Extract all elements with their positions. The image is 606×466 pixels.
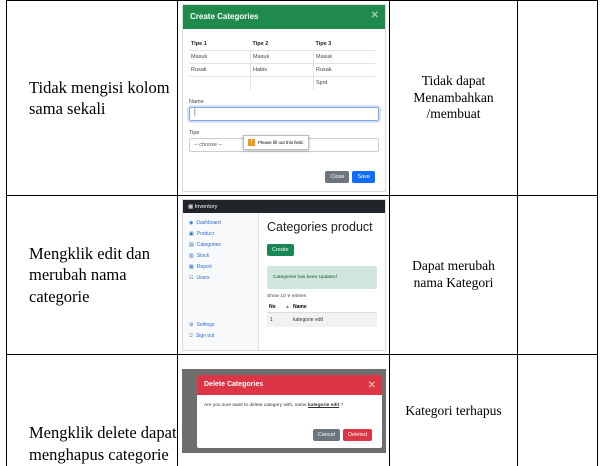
tipe-table: Tipe 1 Tipe 2 Tipe 3 Masuk Masuk Masuk R…: [189, 41, 375, 90]
tipe3-header: Tipe 3: [315, 41, 332, 47]
modal-actions: Close Save: [325, 171, 375, 183]
sidebar-item-categories[interactable]: ▤ Categories: [183, 239, 258, 250]
tipe-cell: Masuk: [312, 50, 375, 64]
entries-select[interactable]: Show 10 ∨ entries: [267, 294, 377, 299]
confirm-text: Are you sure want to delete category wit…: [204, 403, 308, 408]
sign-out-icon: ⎋: [189, 332, 193, 339]
screenshot-cell: Delete Categories ✕ Are you sure want to…: [177, 354, 390, 466]
gear-icon: ⚙: [189, 321, 194, 328]
modal-actions: Cancel Deleted: [312, 429, 372, 441]
sidebar-item-dashboard[interactable]: ◉ Dashboard: [183, 217, 258, 228]
page-title: Categories product: [267, 220, 373, 234]
sidebar-item-label: Users: [196, 274, 210, 281]
tipe-cell: Rusak: [312, 63, 375, 77]
result-cell: Kategori terhapus: [389, 354, 518, 466]
main-content: Categories product Create Categories has…: [259, 213, 385, 350]
name-input[interactable]: |: [189, 106, 379, 121]
sidebar-item-product[interactable]: ▣ Product: [183, 228, 258, 239]
warning-icon: !: [248, 139, 255, 146]
sidebar-item-label: Product: [196, 230, 214, 237]
scenario-cell: Tidak mengisi kolom sama sekali: [6, 0, 178, 196]
cancel-button[interactable]: Cancel: [312, 429, 341, 441]
result-cell: Dapat merubah nama Kategori: [389, 195, 518, 355]
scenario-cell: Mengklik edit dan merubah nama categorie: [6, 195, 178, 355]
empty-cell: [517, 0, 598, 196]
delete-modal-screenshot: Delete Categories ✕ Are you sure want to…: [182, 369, 386, 453]
create-modal-header: Create Categories ✕: [183, 5, 385, 29]
categories-icon: ▤: [189, 241, 194, 248]
table-header: No ▲ Name: [267, 304, 377, 313]
tipe2-header: Tipe 2: [252, 41, 269, 47]
table-row: Mengklik delete dapat menghapus categori…: [6, 354, 598, 466]
create-modal-screenshot: Create Categories ✕ Tipe 1 Tipe 2 Tipe 3…: [182, 4, 386, 192]
sidebar-item-settings[interactable]: ⚙ Settings: [183, 319, 258, 330]
sidebar-item-report[interactable]: ▦ Report: [183, 261, 258, 272]
confirm-suffix: ?: [339, 403, 344, 408]
tipe1-header: Tipe 1: [191, 41, 207, 47]
sidebar-item-label: Report: [196, 263, 212, 270]
result-cell: Tidak dapat Menambahkan /membuat: [389, 0, 518, 196]
delete-modal-title: Delete Categories: [204, 381, 264, 388]
close-icon[interactable]: ✕: [368, 380, 376, 391]
sidebar-item-label: Sign out: [195, 332, 215, 339]
create-button[interactable]: Create: [267, 244, 294, 256]
sidebar-item-label: Dashboard: [196, 219, 221, 226]
table-row: Tidak mengisi kolom sama sekali Create C…: [6, 0, 598, 196]
col-name[interactable]: Name: [293, 304, 307, 310]
table-row: 1 kategorie edit: [267, 313, 377, 327]
table-row: Mengklik edit dan merubah nama categorie…: [6, 195, 598, 355]
users-icon: ☷: [189, 274, 194, 281]
save-button[interactable]: Save: [352, 171, 375, 183]
inventory-screenshot: ▦ Inventory ◉ Dashboard ▣ Product ▤ Categor…: [182, 199, 386, 351]
product-icon: ▣: [189, 230, 194, 237]
col-no[interactable]: No: [267, 304, 285, 310]
tipe-cell: Habis: [250, 63, 314, 77]
sidebar-item-stock[interactable]: ▥ Stock: [183, 250, 258, 261]
tipe-cell: Rusak: [189, 63, 251, 77]
screenshot-cell: Create Categories ✕ Tipe 1 Tipe 2 Tipe 3…: [177, 0, 390, 196]
report-icon: ▦: [189, 263, 194, 270]
tipe-cell: [250, 76, 314, 90]
delete-modal: Delete Categories ✕ Are you sure want to…: [197, 375, 382, 448]
brand-name[interactable]: Inventory: [195, 204, 218, 210]
test-results-table: Tidak mengisi kolom sama sekali Create C…: [6, 0, 598, 466]
tipe-cell: Spot: [312, 76, 375, 90]
empty-cell: [517, 354, 598, 466]
tipe-cell: Masuk: [250, 50, 314, 64]
sidebar: ◉ Dashboard ▣ Product ▤ Categories ▥ Stock ▦…: [183, 213, 259, 350]
tipe-cell: [189, 76, 251, 90]
tipe-cell: Masuk: [189, 50, 251, 64]
create-modal-title: Create Categories: [190, 12, 259, 21]
delete-modal-body: Are you sure want to delete category wit…: [197, 395, 382, 416]
screenshot-cell: ▦ Inventory ◉ Dashboard ▣ Product ▤ Categor…: [177, 195, 390, 355]
name-label: Name: [189, 98, 204, 105]
category-name: kategorie edit: [308, 403, 340, 408]
empty-cell: [517, 195, 598, 355]
sidebar-item-label: Settings: [196, 321, 215, 328]
validation-tooltip: ! Please fill out this field.: [243, 135, 309, 150]
delete-button[interactable]: Deleted: [343, 429, 372, 441]
close-icon[interactable]: ✕: [371, 10, 379, 21]
row-name: kategorie edit: [293, 317, 324, 323]
sidebar-item-users[interactable]: ☷ Users: [183, 272, 258, 283]
scenario-cell: Mengklik delete dapat menghapus categori…: [6, 354, 178, 466]
sort-icon[interactable]: ▲: [285, 304, 293, 310]
delete-modal-header: Delete Categories ✕: [197, 375, 382, 395]
success-alert: Categories has been Updated: [267, 266, 377, 289]
sidebar-item-signout[interactable]: ⎋ Sign out: [183, 330, 258, 341]
stock-icon: ▥: [189, 252, 194, 259]
brand-icon: ▦: [188, 204, 194, 210]
close-button[interactable]: Close: [325, 171, 350, 183]
sidebar-item-label: Stock: [196, 252, 210, 259]
topbar: ▦ Inventory: [183, 200, 385, 213]
tooltip-text: Please fill out this field.: [258, 140, 304, 145]
row-no: 1: [270, 317, 273, 323]
sidebar-item-label: Categories: [196, 241, 221, 248]
dashboard-icon: ◉: [189, 219, 194, 226]
